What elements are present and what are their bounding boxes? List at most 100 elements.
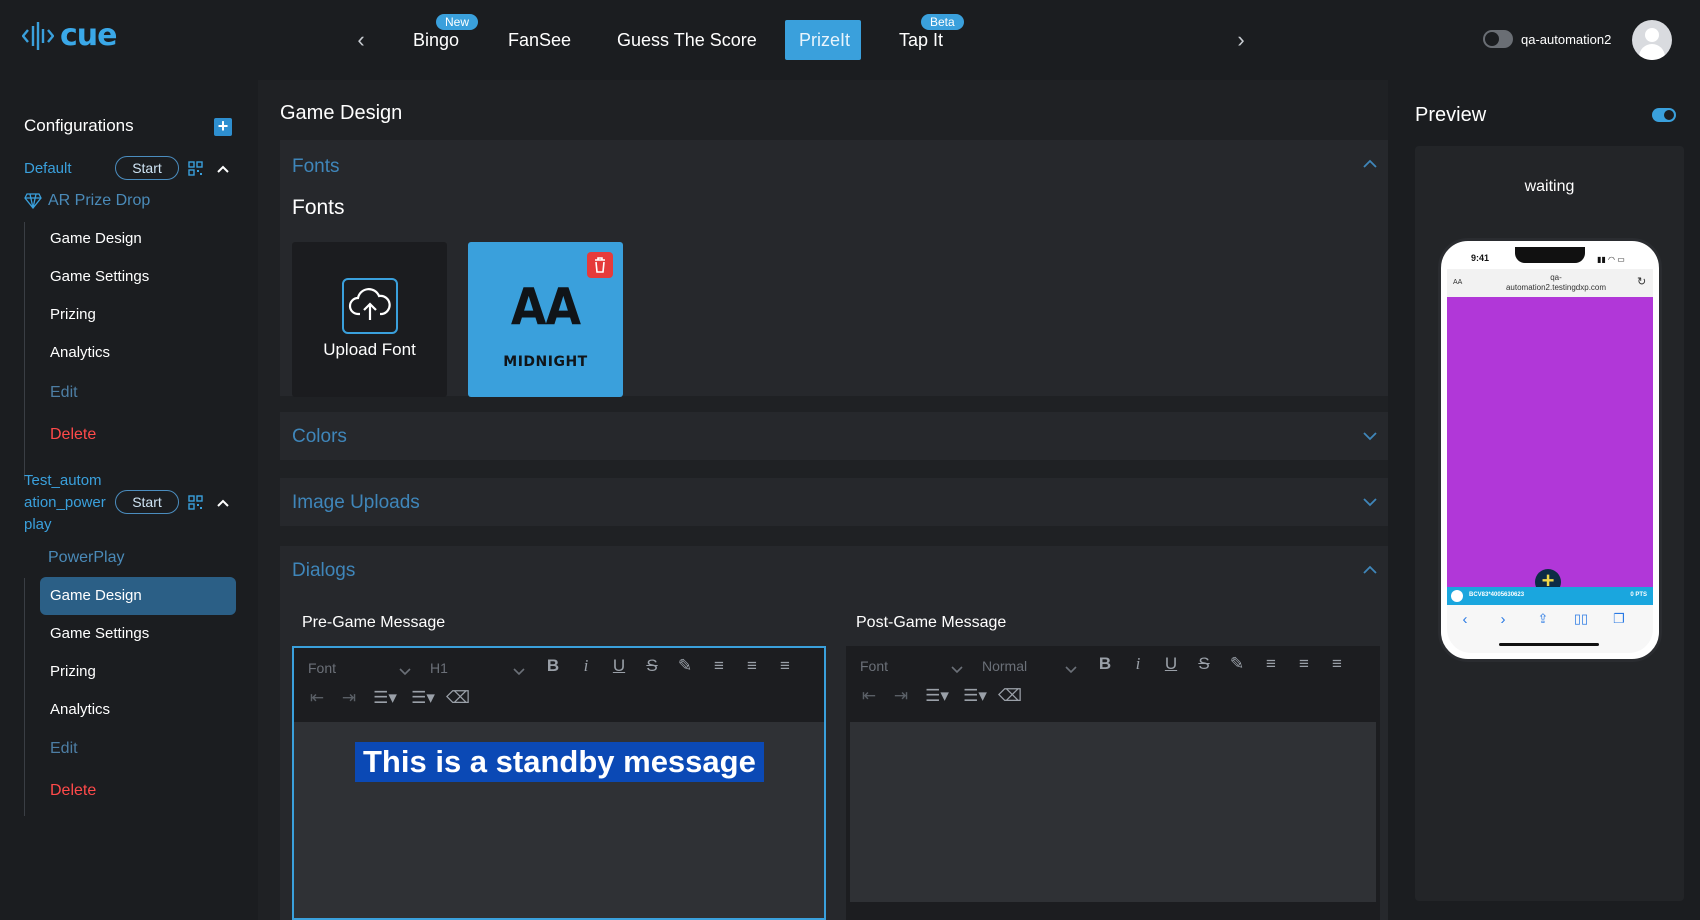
fonts-section-header[interactable]: Fonts — [292, 156, 340, 178]
main-panel: Game Design Fonts Fonts Upload Font AA M… — [258, 80, 1394, 920]
chevron-down-icon[interactable] — [512, 664, 526, 678]
colors-section[interactable]: Colors — [280, 412, 1390, 460]
align-center-icon[interactable]: ≡ — [741, 656, 763, 676]
underline-icon[interactable]: U — [608, 656, 630, 676]
sidebar-item-analytics[interactable]: Analytics — [40, 334, 236, 372]
home-indicator — [1499, 643, 1599, 646]
sidebar-item-delete[interactable]: Delete — [40, 416, 236, 454]
tab-bingo[interactable]: Bingo New — [413, 14, 479, 60]
indent-icon[interactable]: ⇥ — [338, 688, 360, 708]
qr-code-icon[interactable] — [188, 161, 203, 176]
sidebar-item-edit[interactable]: Edit — [40, 374, 236, 412]
eraser-icon[interactable]: ⌫ — [446, 688, 470, 708]
bullet-list-icon[interactable]: ☰▾ — [960, 686, 990, 706]
post-game-editor[interactable]: Font Normal B i U S ✎ ≡ ≡ ≡ ⇤ ⇥ ☰▾ ☰▾ ⌫ — [846, 646, 1380, 920]
dialogs-section: Dialogs Pre-Game Message Post-Game Messa… — [280, 546, 1390, 920]
chevron-up-icon[interactable] — [216, 162, 230, 176]
nav-prev-arrow-icon[interactable]: ‹ — [351, 28, 371, 52]
font-select[interactable]: Font — [308, 660, 336, 676]
sidebar-item-game-settings[interactable]: Game Settings — [40, 615, 236, 653]
strikethrough-icon[interactable]: S — [641, 656, 663, 676]
sidebar-item-edit[interactable]: Edit — [40, 730, 236, 768]
theme-toggle[interactable] — [1483, 30, 1513, 48]
sidebar-item-game-design[interactable]: Game Design — [40, 220, 236, 258]
pre-game-editor[interactable]: Font H1 B i U S ✎ ≡ ≡ ≡ ⇤ ⇥ ☰▾ ☰▾ ⌫ This… — [292, 646, 826, 920]
image-uploads-section[interactable]: Image Uploads — [280, 478, 1390, 526]
sidebar-item-game-design[interactable]: Game Design — [40, 577, 236, 615]
outdent-icon[interactable]: ⇤ — [306, 688, 328, 708]
chevron-down-icon[interactable] — [950, 662, 964, 676]
beta-badge: Beta — [921, 14, 964, 30]
phone-mockup: 9:41 ▮▮ ◠ ▭ AA qa- automation2.testingdx… — [1438, 238, 1662, 662]
align-center-icon[interactable]: ≡ — [1293, 654, 1315, 674]
highlighter-icon[interactable]: ✎ — [674, 656, 696, 676]
chevron-down-icon[interactable] — [398, 664, 412, 678]
heading-select[interactable]: H1 — [430, 660, 448, 676]
tab-fansee[interactable]: FanSee — [508, 20, 571, 60]
sidebar-item-prizing[interactable]: Prizing — [40, 296, 236, 334]
font-card-midnight[interactable]: AA MIDNIGHT — [468, 242, 623, 397]
standby-message-text[interactable]: This is a standby message — [355, 742, 764, 782]
delete-font-button[interactable] — [587, 252, 613, 278]
italic-icon[interactable]: i — [575, 656, 597, 676]
nav-next-arrow-icon[interactable]: › — [1231, 28, 1251, 52]
logo[interactable]: cue — [22, 18, 117, 53]
align-left-icon[interactable]: ≡ — [1260, 654, 1282, 674]
editor-toolbar: Font Normal B i U S ✎ ≡ ≡ ≡ — [846, 654, 1380, 682]
tab-guess-the-score[interactable]: Guess The Score — [617, 20, 757, 60]
chevron-up-icon[interactable] — [1362, 156, 1378, 172]
sidebar-item-delete[interactable]: Delete — [40, 772, 236, 810]
heading-select[interactable]: Normal — [982, 658, 1027, 674]
highlighter-icon[interactable]: ✎ — [1226, 654, 1248, 674]
chevron-down-icon[interactable] — [1362, 494, 1378, 510]
bookmarks-icon: ▯▯ — [1573, 611, 1589, 626]
player-id: BCV83*4005630623 — [1469, 592, 1525, 598]
add-configuration-button[interactable]: + — [214, 117, 232, 136]
underline-icon[interactable]: U — [1160, 654, 1182, 674]
pre-game-editor-body[interactable]: This is a standby message — [294, 722, 824, 918]
colors-section-header[interactable]: Colors — [292, 426, 347, 448]
eraser-icon[interactable]: ⌫ — [998, 686, 1022, 706]
dialogs-section-header[interactable]: Dialogs — [292, 560, 355, 582]
chevron-up-icon[interactable] — [1362, 562, 1378, 578]
chevron-down-icon[interactable] — [1362, 428, 1378, 444]
phone-screen: 9:41 ▮▮ ◠ ▭ AA qa- automation2.testingdx… — [1447, 247, 1653, 653]
strikethrough-icon[interactable]: S — [1193, 654, 1215, 674]
info-icon — [1451, 590, 1463, 602]
upload-font-card[interactable]: Upload Font — [292, 242, 447, 397]
outdent-icon[interactable]: ⇤ — [858, 686, 880, 706]
avatar[interactable] — [1632, 20, 1672, 60]
numbered-list-icon[interactable]: ☰▾ — [922, 686, 952, 706]
italic-icon[interactable]: i — [1127, 654, 1149, 674]
tab-tap-it[interactable]: Tap It Beta — [899, 14, 964, 60]
top-bar: cue ‹ Bingo New FanSee Guess The Score P… — [0, 0, 1700, 80]
align-left-icon[interactable]: ≡ — [708, 656, 730, 676]
start-button[interactable]: Start — [115, 156, 179, 180]
post-game-editor-body[interactable] — [850, 722, 1376, 902]
preview-card: waiting 9:41 ▮▮ ◠ ▭ AA qa- automation2.t… — [1415, 146, 1684, 901]
align-right-icon[interactable]: ≡ — [774, 656, 796, 676]
font-select[interactable]: Font — [860, 658, 888, 674]
indent-icon[interactable]: ⇥ — [890, 686, 912, 706]
start-button[interactable]: Start — [115, 490, 179, 514]
bold-icon[interactable]: B — [1094, 654, 1116, 674]
qr-code-icon[interactable] — [188, 495, 203, 510]
image-uploads-section-header[interactable]: Image Uploads — [292, 492, 420, 514]
page-title: Game Design — [280, 102, 403, 124]
config-name-default[interactable]: Default — [24, 158, 72, 180]
chevron-up-icon[interactable] — [216, 496, 230, 510]
preview-toggle[interactable] — [1652, 108, 1676, 122]
bullet-list-icon[interactable]: ☰▾ — [408, 688, 438, 708]
config-name-test-automation-powerplay[interactable]: Test_autom ation_power play — [24, 470, 106, 536]
preview-panel: Preview waiting 9:41 ▮▮ ◠ ▭ AA qa- autom… — [1388, 80, 1700, 920]
sidebar-item-game-settings[interactable]: Game Settings — [40, 258, 236, 296]
trash-icon — [595, 257, 605, 273]
tab-prizeit[interactable]: PrizeIt — [785, 20, 861, 60]
sidebar-item-analytics[interactable]: Analytics — [40, 691, 236, 729]
font-name: MIDNIGHT — [503, 354, 588, 370]
chevron-down-icon[interactable] — [1064, 662, 1078, 676]
sidebar-item-prizing[interactable]: Prizing — [40, 653, 236, 691]
bold-icon[interactable]: B — [542, 656, 564, 676]
numbered-list-icon[interactable]: ☰▾ — [370, 688, 400, 708]
align-right-icon[interactable]: ≡ — [1326, 654, 1348, 674]
